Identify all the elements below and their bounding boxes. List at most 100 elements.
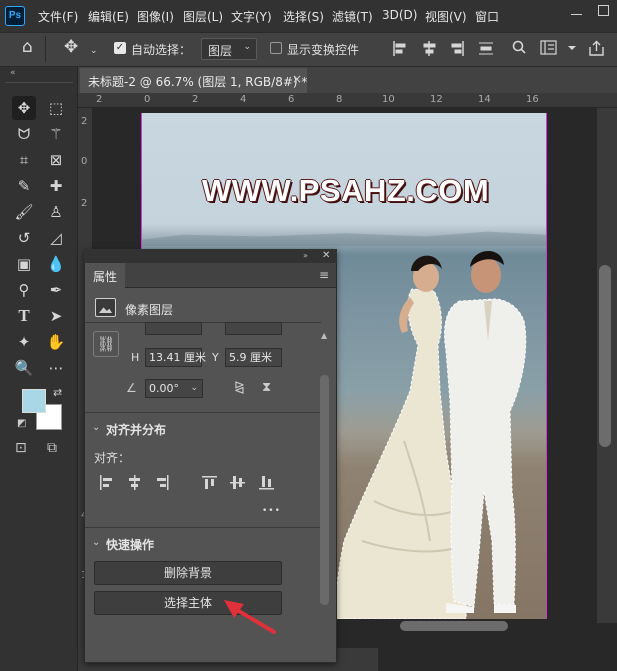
angle-icon: ∠ [126,381,137,395]
minimize-icon[interactable] [571,6,583,22]
y-label: Y [212,351,219,364]
chevron-down-icon[interactable]: ⌄ [92,537,100,548]
more-tools-icon[interactable]: ⋯ [44,356,68,380]
ruler-label: 8 [336,94,343,105]
flip-horizontal-icon[interactable]: ⧎ [234,380,245,395]
auto-select-target-dropdown[interactable]: 图层 ⌄ [201,38,257,60]
menu-select[interactable]: 选择(S) [283,8,324,25]
quick-mask-icon[interactable]: ⊡ [15,440,27,456]
move-tool-icon[interactable]: ✥ [64,39,78,56]
align-bottom-icon[interactable] [259,476,274,490]
align-distribute-section-title[interactable]: 对齐并分布 [106,421,166,438]
layer-kind-label: 像素图层 [125,303,174,317]
chevron-down-icon[interactable]: ⌄ [190,380,198,397]
document-tab[interactable]: 未标题-2 @ 66.7% (图层 1, RGB/8#) * [80,68,307,93]
menu-view[interactable]: 视图(V) [425,8,467,25]
angle-field[interactable]: 0.00° ⌄ [145,379,203,398]
path-selection-icon[interactable]: ➤ [44,304,68,328]
align-right-edges-icon[interactable] [451,41,464,56]
frame-icon[interactable]: ⊠ [44,148,68,172]
shape-icon[interactable]: ✦ [12,330,36,354]
show-transform-checkbox[interactable] [270,42,282,54]
pen-icon[interactable]: ✒ [44,278,68,302]
align-center-icon[interactable] [129,475,140,490]
menu-3d[interactable]: 3D(D) [382,8,417,22]
align-top-icon[interactable] [202,476,217,489]
history-brush-icon[interactable]: ↺ [12,226,36,250]
share-icon[interactable] [589,40,604,56]
type-tool-icon[interactable]: T [12,304,36,328]
default-colors-icon[interactable]: ◩ [17,418,26,429]
workspace-icon[interactable] [540,40,557,55]
flip-vertical-icon[interactable]: ⧗ [262,380,271,395]
align-right-icon[interactable] [157,475,169,490]
horizontal-scrollbar-thumb[interactable] [400,621,508,631]
home-icon[interactable]: ⌂ [22,39,33,56]
chevron-down-icon: ⌄ [243,42,251,52]
panel-menu-icon[interactable]: ≡ [319,268,329,282]
wedding-couple-figure [335,250,527,619]
tab-properties[interactable]: 属性 [85,263,125,288]
eraser-icon[interactable]: ◿ [44,226,68,250]
scroll-up-icon[interactable]: ▲ [321,331,327,340]
close-tab-icon[interactable]: × [292,72,302,86]
screen-mode-icon[interactable]: ⧉ [47,440,57,456]
chevron-down-icon[interactable]: ⌄ [92,422,100,433]
chevron-down-icon[interactable]: ⌄ [90,44,98,59]
ruler-label: 4 [240,94,247,105]
width-field[interactable] [145,322,202,335]
blur-icon[interactable]: 💧 [44,252,68,276]
distribute-icon[interactable] [479,42,493,55]
move-tool-icon[interactable]: ✥ [12,96,36,120]
properties-panel-titlebar[interactable] [84,249,337,263]
align-horizontal-centers-icon[interactable] [423,41,436,56]
x-field[interactable] [225,322,282,335]
vertical-scrollbar-thumb[interactable] [599,265,611,447]
y-field[interactable]: 5.9 厘米 [225,348,282,367]
rect-marquee-icon[interactable]: ⬚ [44,96,68,120]
show-transform-label: 显示变换控件 [287,43,360,57]
dodge-icon[interactable]: ⚲ [12,278,36,302]
hand-icon[interactable]: ✋ [44,330,68,354]
menu-image[interactable]: 图像(I) [137,8,174,25]
ruler-label: 2 [96,94,103,105]
crop-icon[interactable]: ⌗ [12,148,36,172]
ruler-label: 10 [382,94,395,105]
brush-icon[interactable]: 🖌 [12,200,36,224]
menu-edit[interactable]: 编辑(E) [88,8,129,25]
height-field[interactable]: 13.41 厘米 [145,348,206,367]
close-panel-icon[interactable]: ✕ [322,250,330,261]
collapse-panel-icon[interactable]: » [303,251,308,260]
photoshop-logo: Ps [5,6,25,26]
maximize-icon[interactable] [598,5,609,16]
menu-window[interactable]: 窗口 [475,8,499,25]
search-icon[interactable] [512,40,526,54]
gradient-icon[interactable]: ▣ [12,252,36,276]
healing-brush-icon[interactable]: ✚ [44,174,68,198]
properties-scrollbar-thumb[interactable] [320,375,329,605]
align-middle-icon[interactable] [230,476,245,489]
zoom-icon[interactable]: 🔍 [12,356,36,380]
remove-background-button[interactable]: 删除背景 [94,561,282,585]
magic-wand-icon[interactable]: ⚚ [44,122,68,146]
eyedropper-icon[interactable]: ✎ [12,174,36,198]
align-left-icon[interactable] [100,475,112,490]
more-options-icon[interactable]: ••• [262,506,281,516]
swap-colors-icon[interactable]: ⇄ [53,386,62,399]
clone-stamp-icon[interactable]: ♙ [44,200,68,224]
pixel-layer-icon [95,298,116,317]
auto-select-checkbox[interactable]: ✓ [114,42,126,54]
menu-type[interactable]: 文字(Y) [231,8,272,25]
collapse-panel-icon[interactable]: « [10,68,16,78]
menu-filter[interactable]: 滤镜(T) [332,8,373,25]
menu-file[interactable]: 文件(F) [38,8,78,25]
menu-layer[interactable]: 图层(L) [183,8,223,25]
foreground-color-swatch-front[interactable] [22,389,46,413]
lasso-icon[interactable]: ᗢ [12,122,36,146]
height-label: H [131,351,140,364]
quick-actions-section-title[interactable]: 快速操作 [106,536,154,553]
align-left-edges-icon[interactable] [393,41,406,56]
link-dimensions-icon[interactable]: ⛓ [93,331,119,357]
chevron-down-icon[interactable] [568,46,576,50]
image-watermark-text: WWW.PSAHZ.COM [202,173,490,208]
